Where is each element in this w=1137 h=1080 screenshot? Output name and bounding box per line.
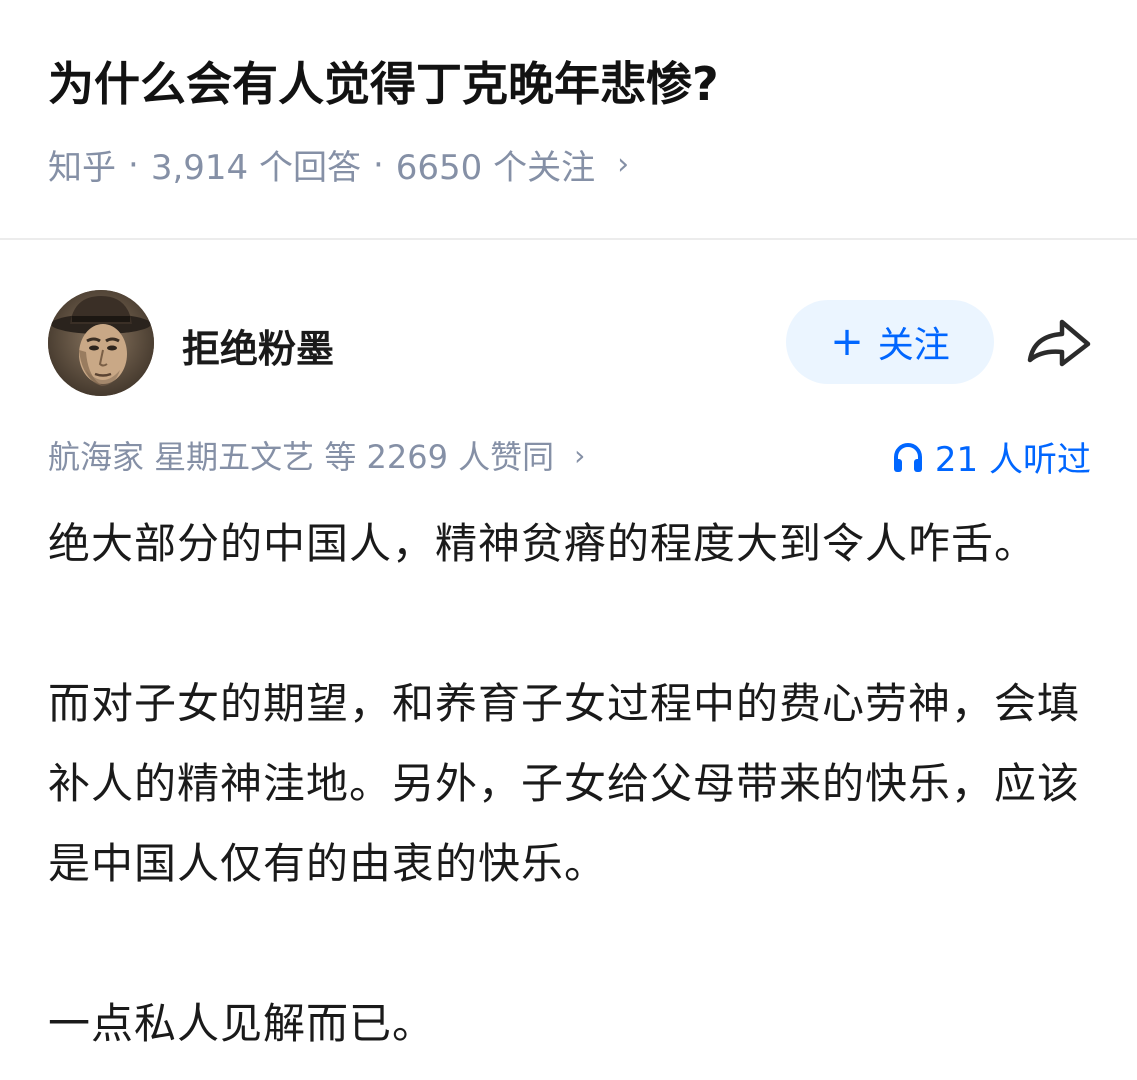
- endorsement-line[interactable]: 航海家 星期五文艺 等 2269 人赞同 ›: [48, 432, 585, 478]
- follow-button[interactable]: + 关注: [786, 300, 994, 384]
- section-divider: [0, 238, 1137, 240]
- follow-label: 关注: [877, 325, 950, 366]
- followers-count: 6650 个关注: [395, 148, 596, 188]
- chevron-right-icon: ›: [574, 438, 586, 472]
- answer-paragraph: 一点私人见解而已。: [48, 999, 436, 1048]
- listened-count[interactable]: 21 人听过: [891, 432, 1091, 481]
- meta-separator: ·: [372, 144, 384, 185]
- answers-count: 3,914 个回答: [150, 148, 361, 188]
- share-arrow-icon: [1027, 319, 1091, 367]
- avatar[interactable]: [48, 290, 154, 396]
- question-meta[interactable]: 知乎 · 3,914 个回答 · 6650 个关注 ›: [48, 140, 629, 189]
- answer-paragraph: 而对子女的期望，和养育子女过程中的费心劳神，会填补人的精神洼地。另外，子女给父母…: [48, 679, 1081, 888]
- chevron-right-icon: ›: [617, 147, 630, 182]
- author-name[interactable]: 拒绝粉墨: [182, 318, 334, 373]
- meta-separator: ·: [128, 144, 139, 185]
- plus-icon: +: [830, 319, 864, 365]
- share-button[interactable]: [1024, 310, 1094, 374]
- answer-content[interactable]: 绝大部分的中国人，精神贫瘠的程度大到令人咋舌。 而对子女的期望，和养育子女过程中…: [48, 504, 1088, 1064]
- endorsement-text: 航海家 星期五文艺 等 2269 人赞同: [48, 438, 555, 476]
- avatar-portrait-icon: [48, 290, 154, 396]
- answer-paragraph: 绝大部分的中国人，精神贫瘠的程度大到令人咋舌。: [48, 519, 1038, 568]
- zhihu-answer-page: 为什么会有人觉得丁克晚年悲惨? 知乎 · 3,914 个回答 · 6650 个关…: [0, 0, 1137, 1080]
- listened-text: 21 人听过: [934, 440, 1091, 480]
- question-title[interactable]: 为什么会有人觉得丁克晚年悲惨?: [48, 48, 719, 114]
- headphones-icon: [893, 442, 922, 472]
- source-label: 知乎: [48, 148, 116, 188]
